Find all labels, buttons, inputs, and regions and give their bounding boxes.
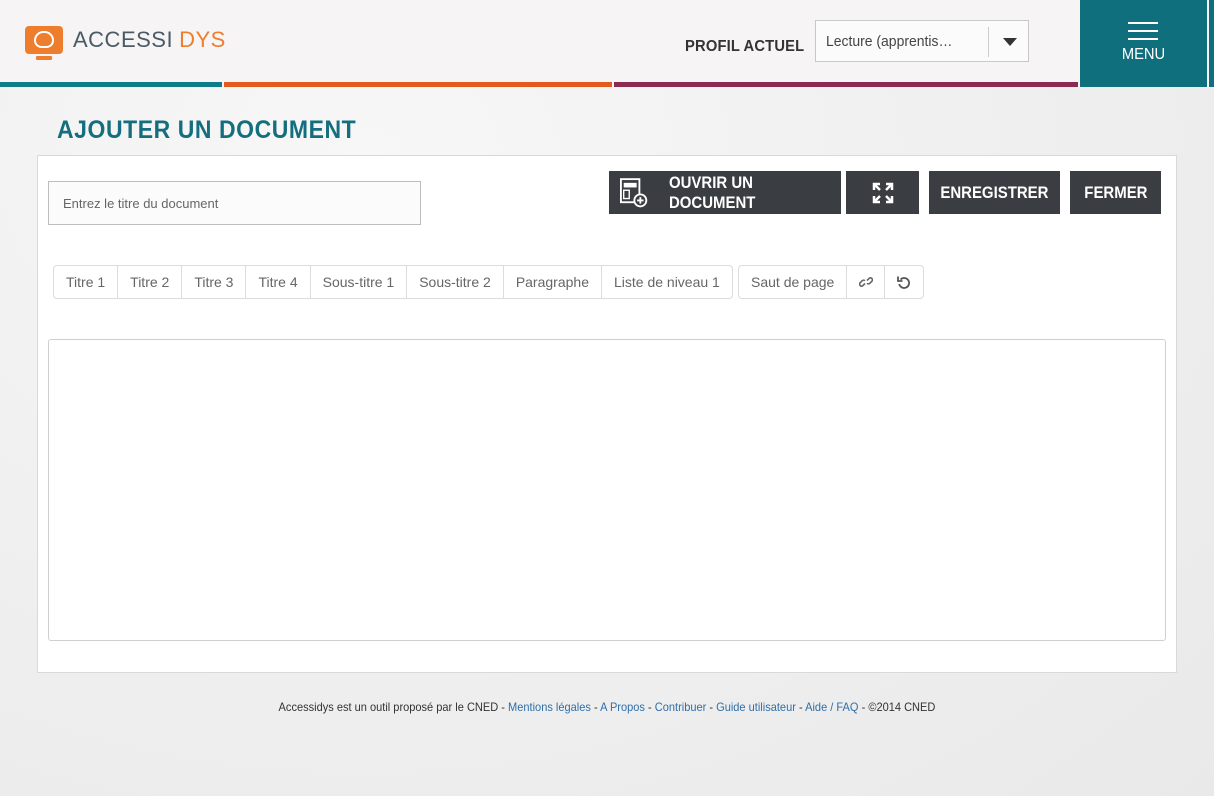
header-stripe-orange bbox=[224, 82, 612, 87]
open-document-label: OUVRIR UN DOCUMENT bbox=[668, 172, 756, 212]
logo[interactable]: ACCESSI DYS bbox=[25, 26, 226, 60]
footer-link-contribuer[interactable]: Contribuer bbox=[655, 700, 707, 714]
logo-text-right: DYS bbox=[179, 27, 226, 52]
footer-link-a-propos[interactable]: A Propos bbox=[600, 700, 645, 714]
style-button-sous-titre-2[interactable]: Sous-titre 2 bbox=[407, 266, 504, 298]
footer-intro: Accessidys est un outil proposé par le C… bbox=[278, 700, 509, 714]
profile-select[interactable]: Lecture (apprentis… bbox=[815, 20, 1029, 62]
insert-toolbar: Saut de page bbox=[738, 265, 925, 299]
close-button[interactable]: FERMER bbox=[1070, 171, 1161, 214]
document-editor[interactable] bbox=[48, 339, 1166, 641]
page-title: AJOUTER UN DOCUMENT bbox=[57, 116, 357, 144]
page-break-button[interactable]: Saut de page bbox=[739, 266, 848, 298]
fullscreen-button[interactable] bbox=[846, 171, 919, 214]
style-button-liste-niveau-1[interactable]: Liste de niveau 1 bbox=[602, 266, 732, 298]
expand-icon bbox=[872, 182, 893, 203]
footer-copyright: - ©2014 CNED bbox=[858, 700, 936, 714]
profile-label: PROFIL ACTUEL bbox=[685, 38, 805, 55]
header-stripe-purple bbox=[614, 82, 1078, 87]
document-title-input[interactable] bbox=[48, 181, 421, 225]
add-document-icon bbox=[620, 177, 648, 207]
profile-select-value: Lecture (apprentis… bbox=[826, 33, 953, 50]
undo-button[interactable] bbox=[885, 266, 923, 298]
footer-link-mentions-legales[interactable]: Mentions légales bbox=[508, 700, 591, 714]
select-divider bbox=[988, 27, 989, 57]
style-button-paragraphe[interactable]: Paragraphe bbox=[504, 266, 602, 298]
brain-monitor-icon bbox=[25, 26, 63, 60]
hamburger-icon bbox=[1128, 22, 1158, 46]
close-label: FERMER bbox=[1083, 182, 1148, 202]
top-header: ACCESSI DYS PROFIL ACTUEL Lecture (appren… bbox=[0, 0, 1214, 87]
style-button-titre-4[interactable]: Titre 4 bbox=[246, 266, 311, 298]
save-label: ENREGISTRER bbox=[940, 182, 1049, 202]
open-document-button[interactable]: OUVRIR UN DOCUMENT bbox=[609, 171, 841, 214]
header-edge-teal bbox=[1209, 0, 1214, 87]
menu-label: MENU bbox=[1121, 46, 1166, 63]
save-button[interactable]: ENREGISTRER bbox=[929, 171, 1060, 214]
footer-link-aide-faq[interactable]: Aide / FAQ bbox=[805, 700, 858, 714]
style-button-sous-titre-1[interactable]: Sous-titre 1 bbox=[311, 266, 408, 298]
chevron-down-icon[interactable] bbox=[1003, 38, 1017, 46]
style-button-titre-2[interactable]: Titre 2 bbox=[118, 266, 183, 298]
link-button[interactable] bbox=[847, 266, 886, 298]
undo-icon bbox=[897, 276, 911, 289]
logo-text-left: ACCESSI bbox=[73, 27, 174, 52]
style-button-titre-3[interactable]: Titre 3 bbox=[182, 266, 247, 298]
header-stripe-teal bbox=[0, 82, 222, 87]
menu-button[interactable]: MENU bbox=[1080, 0, 1207, 87]
footer: Accessidys est un outil proposé par le C… bbox=[278, 700, 936, 714]
footer-link-guide-utilisateur[interactable]: Guide utilisateur bbox=[716, 700, 796, 714]
link-icon bbox=[858, 277, 873, 287]
style-toolbar: Titre 1 Titre 2 Titre 3 Titre 4 Sous-tit… bbox=[53, 265, 733, 299]
style-button-titre-1[interactable]: Titre 1 bbox=[54, 266, 119, 298]
